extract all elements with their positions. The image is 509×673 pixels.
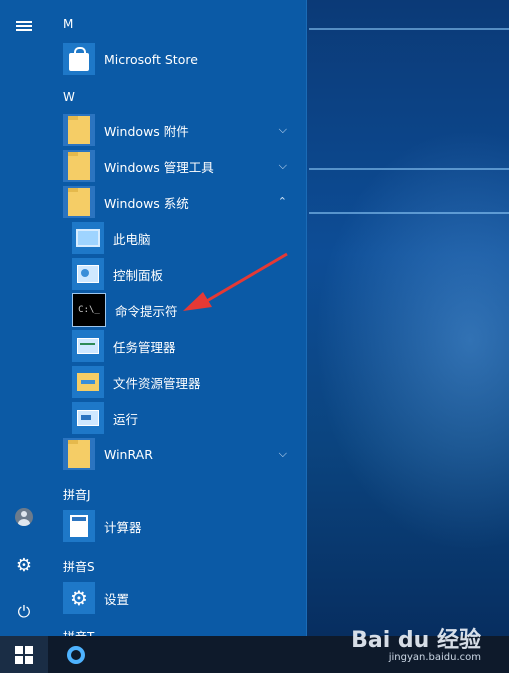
app-label: 命令提示符 (115, 303, 178, 319)
power-icon[interactable]: ⏻ (12, 600, 36, 624)
app-label: 控制面板 (113, 267, 164, 283)
light-beam (309, 28, 509, 30)
watermark-brand: Bai du 经验 (351, 628, 481, 653)
app-settings[interactable]: ⚙ 设置 (63, 581, 303, 615)
file-explorer-icon (72, 366, 104, 398)
app-command-prompt[interactable]: C:\_ 命令提示符 (72, 293, 303, 327)
app-label: Microsoft Store (104, 51, 198, 67)
section-letter-pinyin-s[interactable]: 拼音S (63, 558, 95, 575)
folder-label: Windows 管理工具 (104, 159, 214, 175)
app-file-explorer[interactable]: 文件资源管理器 (72, 365, 303, 399)
taskbar-app-button[interactable] (60, 639, 92, 671)
folder-label: Windows 附件 (104, 123, 189, 139)
computer-icon (72, 222, 104, 254)
app-label: 文件资源管理器 (113, 375, 201, 391)
section-letter-w[interactable]: W (63, 90, 75, 104)
app-label: 运行 (113, 411, 139, 427)
folder-icon (63, 150, 95, 182)
app-label: 此电脑 (113, 231, 151, 247)
folder-label: WinRAR (104, 446, 153, 462)
folder-icon (63, 186, 95, 218)
chevron-down-icon: ⌵ (278, 447, 287, 460)
chevron-down-icon: ⌵ (278, 123, 287, 136)
folder-icon (63, 438, 95, 470)
chevron-down-icon: ⌵ (278, 159, 287, 172)
folder-icon (63, 114, 95, 146)
folder-label: Windows 系统 (104, 195, 189, 211)
gear-icon: ⚙ (63, 582, 95, 614)
start-button[interactable] (0, 636, 48, 673)
section-letter-m[interactable]: M (63, 17, 73, 31)
calculator-icon (63, 510, 95, 542)
app-label: 设置 (104, 591, 130, 607)
app-list: M Microsoft Store W Windows 附件 ⌵ Windows… (50, 0, 306, 636)
terminal-icon: C:\_ (72, 293, 106, 327)
light-beam (309, 212, 509, 214)
store-icon (63, 43, 95, 75)
user-avatar-icon[interactable] (12, 505, 36, 529)
app-label: 任务管理器 (113, 339, 176, 355)
app-icon (67, 646, 85, 664)
light-beam (309, 168, 509, 170)
folder-winrar[interactable]: WinRAR ⌵ (63, 437, 303, 471)
folder-windows-system[interactable]: Windows 系统 ⌃ (63, 185, 303, 219)
app-this-pc[interactable]: 此电脑 (72, 221, 303, 255)
folder-windows-accessories[interactable]: Windows 附件 ⌵ (63, 113, 303, 147)
section-letter-pinyin-t[interactable]: 拼音T (63, 628, 94, 636)
chevron-up-icon: ⌃ (277, 195, 287, 208)
settings-gear-icon[interactable]: ⚙ (12, 553, 36, 577)
terminal-icon-text: C:\_ (78, 305, 100, 315)
section-letter-pinyin-j[interactable]: 拼音J (63, 486, 91, 503)
watermark: Bai du 经验 jingyan.baidu.com (351, 622, 481, 663)
start-menu: ⚙ ⏻ M Microsoft Store W Windows 附件 ⌵ Win… (0, 0, 307, 636)
app-label: 计算器 (104, 519, 142, 535)
app-calculator[interactable]: 计算器 (63, 509, 303, 543)
run-icon (72, 402, 104, 434)
folder-windows-admin-tools[interactable]: Windows 管理工具 ⌵ (63, 149, 303, 183)
control-panel-icon (72, 258, 104, 290)
task-manager-icon (72, 330, 104, 362)
windows-logo-icon (15, 645, 33, 664)
app-control-panel[interactable]: 控制面板 (72, 257, 303, 291)
app-run[interactable]: 运行 (72, 401, 303, 435)
app-task-manager[interactable]: 任务管理器 (72, 329, 303, 363)
app-microsoft-store[interactable]: Microsoft Store (63, 42, 303, 76)
start-menu-rail: ⚙ ⏻ (0, 0, 50, 636)
hamburger-menu-icon[interactable] (12, 14, 36, 38)
